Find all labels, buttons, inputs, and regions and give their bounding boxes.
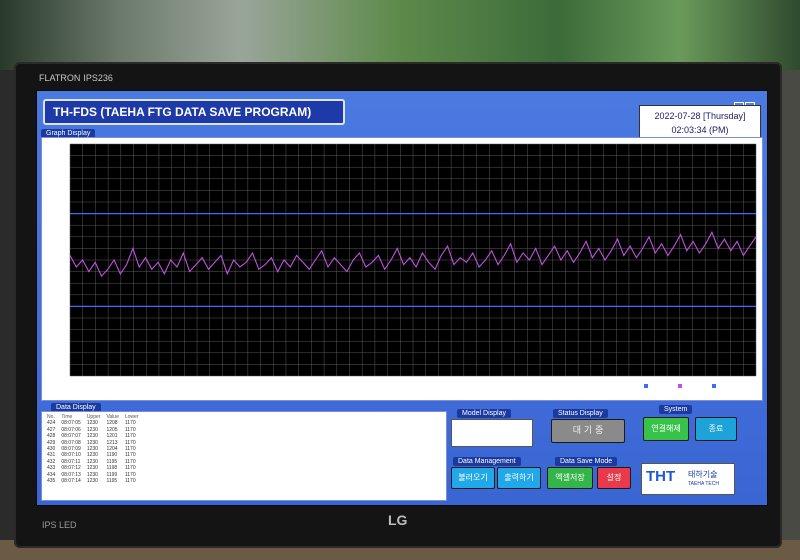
window-controls bbox=[733, 95, 763, 110]
model-display-box bbox=[451, 419, 533, 447]
model-display-label: Model Display bbox=[457, 409, 511, 418]
settings-button[interactable]: 설정 bbox=[597, 467, 631, 489]
table-cell: 08:07:12 bbox=[61, 465, 81, 472]
excel-save-button[interactable]: 엑셀저장 bbox=[547, 467, 593, 489]
logo-name: 태하기술 bbox=[688, 470, 718, 479]
monitor-brand: FLATRON IPS236 bbox=[39, 73, 113, 83]
legend-swatch-value bbox=[678, 384, 682, 388]
lg-logo: LG bbox=[388, 512, 408, 528]
company-logo: THT 태하기술 TAEHA TECH bbox=[641, 463, 735, 495]
monitor-model: IPS236 bbox=[83, 73, 113, 83]
exit-button[interactable]: 종료 bbox=[695, 417, 737, 441]
table-cell: 1230 bbox=[86, 478, 98, 485]
logo-sub: TAEHA TECH bbox=[688, 481, 719, 487]
status-indicator: 대 기 중 bbox=[551, 419, 625, 443]
data-management-label: Data Management bbox=[453, 457, 521, 466]
legend-swatch-lower bbox=[712, 384, 716, 388]
date-text: 2022-07-28 [Thursday] bbox=[654, 111, 746, 121]
panel-label: IPS LED bbox=[42, 520, 77, 530]
time-text: 02:03:34 (PM) bbox=[671, 125, 729, 135]
table-row[interactable]: 435 08:07:14 1230 1195 1170 bbox=[44, 478, 141, 484]
table-cell: 1195 bbox=[106, 478, 118, 485]
table-cell: 08:07:07 bbox=[61, 433, 81, 440]
data-display-panel[interactable]: No. Time Upper Value Lower 424 08:07:05 12… bbox=[41, 411, 447, 501]
workshop-background-right bbox=[780, 70, 800, 560]
workshop-background bbox=[0, 0, 800, 70]
app-window: TH-FDS (TAEHA FTG DATA SAVE PROGRAM) 202… bbox=[36, 90, 768, 506]
legend-swatch-upper bbox=[644, 384, 648, 388]
data-table: No. Time Upper Value Lower 424 08:07:05 12… bbox=[44, 414, 141, 484]
table-cell: 08:07:14 bbox=[61, 478, 81, 485]
load-button[interactable]: 불러오기 bbox=[451, 467, 495, 489]
chart-grid bbox=[69, 143, 757, 377]
table-cell: 08:07:10 bbox=[61, 452, 81, 459]
system-label: System bbox=[659, 405, 693, 414]
graph-chart bbox=[69, 143, 757, 388]
table-cell: 08:07:05 bbox=[61, 420, 81, 427]
app-title: TH-FDS (TAEHA FTG DATA SAVE PROGRAM) bbox=[43, 99, 345, 125]
disconnect-button[interactable]: 연결해제 bbox=[643, 417, 689, 441]
logo-mark-icon: THT bbox=[646, 468, 676, 485]
graph-display-panel bbox=[41, 137, 763, 401]
table-cell: 1170 bbox=[124, 478, 136, 485]
print-button[interactable]: 출력하기 bbox=[497, 467, 541, 489]
monitor-bezel: FLATRON IPS236 TH-FDS (TAEHA FTG DATA SAV… bbox=[14, 62, 782, 548]
table-cell: 435 bbox=[47, 478, 56, 485]
status-display-label: Status Display bbox=[553, 409, 608, 418]
data-save-mode-label: Data Save Mode bbox=[555, 457, 618, 466]
